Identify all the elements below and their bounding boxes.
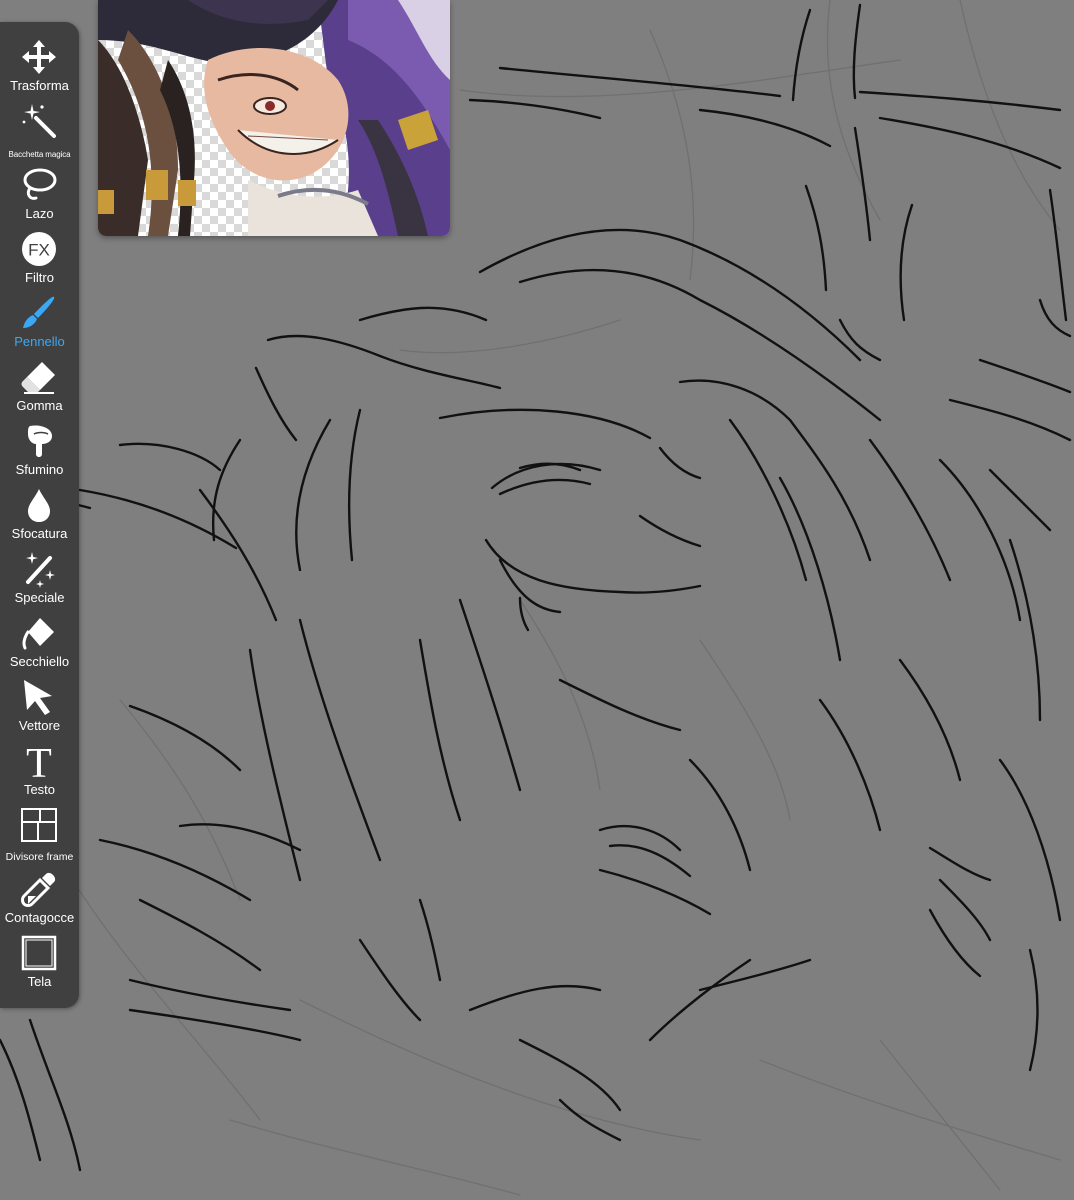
tool-label: Bacchetta magica (8, 150, 71, 159)
tool-speciale[interactable]: Speciale (0, 548, 79, 612)
fx-filter-icon: FX (20, 230, 58, 268)
tool-label: Speciale (14, 590, 65, 605)
tool-label: Gomma (16, 398, 63, 413)
tool-label: Contagocce (4, 910, 75, 925)
tool-label: Tela (27, 974, 52, 989)
tool-label: Secchiello (9, 654, 70, 669)
tool-palette: Trasforma Bacchetta magica Lazo FX Filtr… (0, 22, 79, 1008)
tool-label: Testo (23, 782, 56, 797)
eyedropper-icon (20, 870, 58, 908)
tool-divisore-frame[interactable]: Divisore frame (0, 804, 79, 868)
tool-label: Trasforma (10, 78, 69, 93)
frame-divider-icon (20, 806, 58, 844)
tool-gomma[interactable]: Gomma (0, 356, 79, 420)
eraser-icon (20, 358, 58, 396)
special-sparkle-wand-icon (20, 550, 58, 588)
brush-icon (20, 294, 58, 332)
paint-bucket-icon (20, 614, 58, 652)
magic-wand-icon (20, 102, 58, 140)
tool-sfumino[interactable]: Sfumino (0, 420, 79, 484)
svg-text:FX: FX (28, 241, 50, 260)
tool-lazo[interactable]: Lazo (0, 164, 79, 228)
reference-image (98, 0, 450, 236)
tool-pennello[interactable]: Pennello (0, 292, 79, 356)
vector-cursor-icon (20, 678, 58, 716)
move-arrows-icon (20, 38, 58, 76)
tool-contagocce[interactable]: Contagocce (0, 868, 79, 932)
canvas-square-icon (20, 934, 58, 972)
tool-filtro[interactable]: FX Filtro (0, 228, 79, 292)
blur-drop-icon (20, 486, 58, 524)
reference-image-window[interactable] (98, 0, 450, 236)
tool-secchiello[interactable]: Secchiello (0, 612, 79, 676)
tool-label: Lazo (25, 206, 54, 221)
tool-bacchetta-magica[interactable]: Bacchetta magica (0, 100, 79, 164)
tool-label: Sfocatura (11, 526, 68, 541)
text-t-icon: T (20, 742, 58, 780)
tool-testo[interactable]: T Testo (0, 740, 79, 804)
smudge-finger-icon (20, 422, 58, 460)
tool-tela[interactable]: Tela (0, 932, 79, 996)
tool-trasforma[interactable]: Trasforma (0, 36, 79, 100)
tool-label: Divisore frame (5, 851, 74, 863)
tool-label: Filtro (25, 270, 54, 285)
tool-label: Sfumino (15, 462, 64, 477)
lasso-icon (20, 166, 58, 204)
app-screen: Trasforma Bacchetta magica Lazo FX Filtr… (0, 0, 1074, 1200)
tool-vettore[interactable]: Vettore (0, 676, 79, 740)
tool-label: Vettore (18, 718, 61, 733)
tool-sfocatura[interactable]: Sfocatura (0, 484, 79, 548)
svg-text:T: T (26, 742, 52, 780)
tool-label: Pennello (14, 334, 65, 349)
